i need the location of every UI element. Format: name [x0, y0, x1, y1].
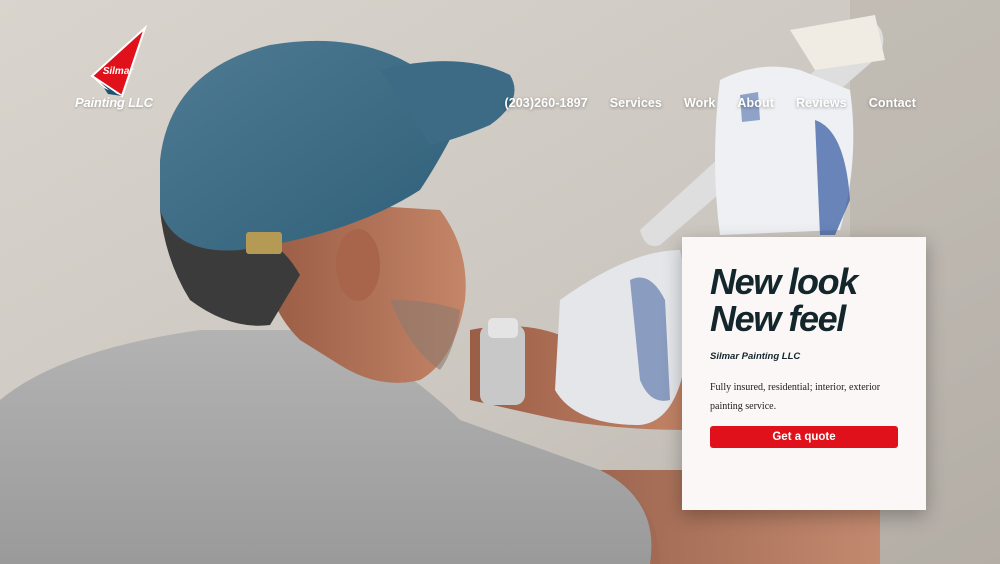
nav-item-services[interactable]: Services [610, 96, 662, 110]
hero-subtitle: Silmar Painting LLC [710, 351, 801, 362]
nav-item-work[interactable]: Work [684, 96, 715, 110]
hero-description: Fully insured, residential; interior, ex… [710, 382, 881, 412]
hero-headline: New look New feel [710, 263, 898, 337]
logo-text: Silmar [103, 66, 135, 77]
nav-item-about[interactable]: About [737, 96, 774, 110]
nav-item-contact[interactable]: Contact [869, 96, 916, 110]
headline-line-1: New look [710, 261, 858, 302]
nav-phone-link[interactable]: (203)260-1897 [504, 96, 587, 110]
headline-line-2: New feel [710, 298, 846, 339]
main-nav: (203)260-1897 Services Work About Review… [504, 96, 916, 110]
brand-name[interactable]: Painting LLC [75, 95, 153, 110]
hero-card: New look New feel Silmar Painting LLC Fu… [682, 237, 926, 510]
get-quote-button[interactable]: Get a quote [710, 426, 898, 448]
nav-item-reviews[interactable]: Reviews [796, 96, 847, 110]
